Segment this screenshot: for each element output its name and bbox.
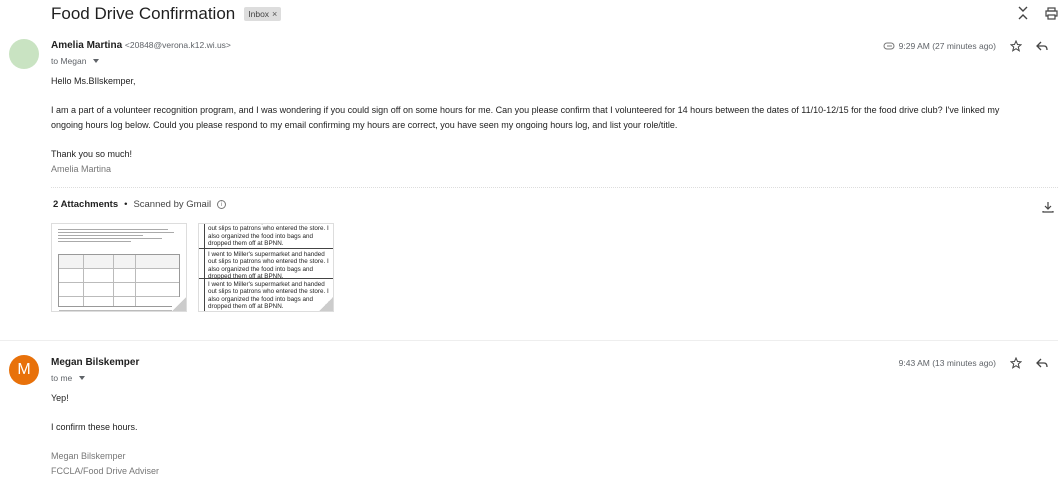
remove-label-icon[interactable]: ×	[272, 9, 277, 19]
message-meta: 9:29 AM (27 minutes ago)	[883, 40, 1048, 52]
reply-line: I confirm these hours.	[51, 422, 138, 432]
sender-info: Amelia Martina <20848@verona.k12.wi.us>	[51, 40, 231, 51]
message-greeting: Hello Ms.BIlskemper,	[51, 76, 136, 86]
label-text: Inbox	[248, 9, 270, 19]
message-paragraph: I am a part of a volunteer recognition p…	[51, 105, 1000, 115]
reply-icon[interactable]	[1036, 357, 1048, 369]
chevron-down-icon[interactable]	[93, 59, 100, 63]
page-fold	[319, 297, 333, 311]
recipient-details[interactable]: to me	[51, 373, 86, 383]
reply-signature-name: Megan Bilskemper	[51, 451, 126, 461]
inbox-label-chip[interactable]: Inbox ×	[244, 7, 282, 21]
recipient-label: to me	[51, 373, 73, 383]
separator: •	[124, 199, 128, 210]
message-divider	[0, 340, 1058, 341]
scanned-label: Scanned by Gmail	[133, 199, 212, 210]
sender-avatar[interactable]	[9, 39, 39, 69]
message-time: 9:29 AM (27 minutes ago)	[898, 41, 996, 51]
attachments-divider	[51, 187, 1058, 188]
print-icon[interactable]	[1044, 6, 1058, 20]
recipient-details[interactable]: to Megan	[51, 56, 100, 66]
star-icon[interactable]	[1010, 40, 1022, 52]
document-preview	[58, 227, 180, 244]
subject-row: Food Drive Confirmation Inbox ×	[51, 3, 282, 25]
attachment-thumbnail[interactable]	[51, 223, 187, 312]
collapse-icon[interactable]	[1016, 6, 1030, 20]
table-border	[204, 224, 205, 311]
table-rule	[199, 278, 333, 279]
message-signature: Amelia Martina	[51, 164, 112, 174]
top-actions	[1016, 6, 1058, 20]
attachment-thumbnail[interactable]: I went to Miller's supermarket and hande…	[198, 223, 334, 312]
sender-name[interactable]: Amelia Martina	[51, 40, 122, 51]
info-icon[interactable]: i	[217, 200, 227, 209]
star-icon[interactable]	[1010, 357, 1022, 369]
thumbnail-text: I went to Miller's supermarket and hande…	[208, 251, 329, 281]
attachments-header: 2 Attachments • Scanned by Gmail i	[53, 199, 227, 210]
email-subject: Food Drive Confirmation	[51, 4, 236, 23]
sender-avatar[interactable]: M	[9, 355, 39, 385]
attachments-count: 2 Attachments	[53, 199, 119, 210]
document-table-preview	[58, 254, 180, 311]
message-meta: 9:43 AM (13 minutes ago)	[899, 357, 1048, 369]
thumbnail-text: I went to Miller's supermarket and hande…	[208, 281, 329, 311]
table-rule	[199, 248, 333, 249]
sender-email: <20848@verona.k12.wi.us>	[124, 40, 231, 50]
message-time: 9:43 AM (13 minutes ago)	[898, 358, 996, 368]
paperclip-icon	[883, 40, 895, 52]
thumbnail-text: I went to Miller's supermarket and hande…	[208, 224, 329, 248]
sender-name[interactable]: Megan Bilskemper	[51, 357, 139, 368]
message-closing: Thank you so much!	[51, 149, 133, 159]
message-paragraph: ongoing hours log below. Could you pleas…	[51, 120, 678, 130]
page-fold	[172, 297, 186, 311]
reply-signature-title: FCCLA/Food Drive Adviser	[51, 466, 160, 476]
reply-line: Yep!	[51, 393, 69, 403]
recipient-label: to Megan	[51, 56, 87, 66]
download-all-icon[interactable]	[1042, 200, 1054, 213]
reply-icon[interactable]	[1036, 40, 1048, 52]
chevron-down-icon[interactable]	[79, 376, 86, 380]
